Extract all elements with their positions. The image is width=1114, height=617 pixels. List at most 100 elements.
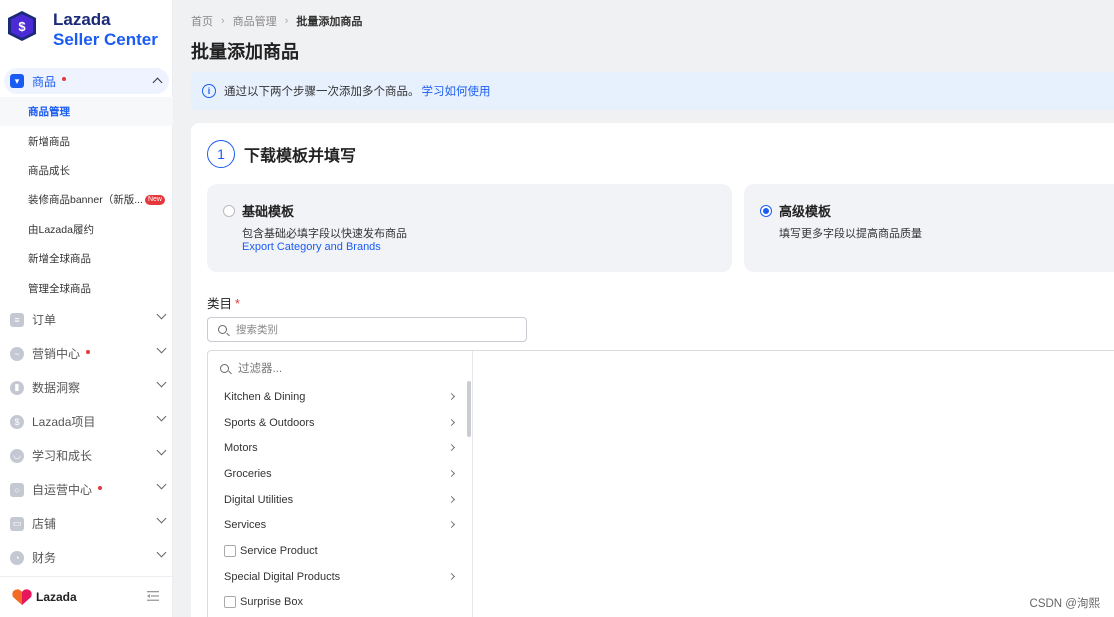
advanced-template-title: 高级模板 (779, 204, 832, 219)
lazada-seller-center-logo[interactable]: $ Lazada Seller Center (6, 10, 158, 50)
category-item-label: Special Digital Products (224, 570, 341, 583)
sidebar-subitem-fulfilled-by-lazada[interactable]: 由Lazada履约 (0, 215, 173, 244)
sidebar-item-finance[interactable]: ◔ 财务 (0, 541, 173, 575)
sidebar-item-label: 自运营中心 (32, 483, 93, 498)
basic-template-radio[interactable] (223, 205, 235, 217)
sidebar-item-self-operation[interactable]: ○ 自运营中心 (0, 473, 173, 507)
learning-icon: ◡ (10, 448, 24, 463)
advanced-template-radio[interactable] (760, 205, 772, 217)
sidebar-subitem-label: 新增全球商品 (28, 253, 91, 266)
required-mark: * (235, 297, 240, 311)
logo-text-seller-center: Seller Center (53, 30, 158, 49)
sidebar-item-label: 商品 (32, 74, 57, 89)
lazada-heart-icon (12, 589, 32, 605)
breadcrumb-product-management[interactable]: 商品管理 (233, 13, 277, 29)
sidebar-subitem-product-management[interactable]: 商品管理 (0, 97, 173, 127)
lazada-logo-icon: $ (8, 11, 36, 41)
chevron-up-icon (152, 77, 163, 88)
chevron-right-icon (447, 495, 456, 503)
new-badge: New (144, 194, 165, 205)
category-item[interactable]: Special Digital Products (208, 564, 466, 590)
sidebar-subitem-manage-global-products[interactable]: 管理全球商品 (0, 273, 173, 302)
dollar-icon: $ (10, 414, 24, 429)
category-item-checkbox[interactable]: Service Product (208, 538, 466, 564)
sidebar-subitem-label: 商品管理 (28, 106, 70, 119)
basic-template-title: 基础模板 (242, 204, 295, 219)
chevron-down-icon (156, 445, 167, 456)
info-text: 通过以下两个步骤一次添加多个商品。 (224, 86, 420, 98)
category-item[interactable]: Kitchen & Dining (208, 384, 466, 410)
sidebar-item-learning[interactable]: ◡ 学习和成长 (0, 439, 173, 473)
sidebar-subitem-add-global-product[interactable]: 新增全球商品 (0, 244, 173, 273)
chevron-down-icon (156, 479, 167, 490)
store-icon: ▭ (10, 516, 24, 531)
advanced-template-option[interactable]: 高级模板 填写更多字段以提高商品质量 (744, 184, 1114, 272)
category-item-label: Service Product (240, 544, 318, 557)
category-filter-input[interactable]: 过滤器... (220, 360, 282, 376)
chevron-right-icon (447, 572, 456, 580)
collapse-sidebar-icon[interactable] (147, 591, 159, 601)
category-scrollbar[interactable] (467, 381, 471, 437)
chevron-right-icon (447, 418, 456, 426)
category-item[interactable]: Digital Utilities (208, 487, 466, 513)
chevron-down-icon (156, 513, 167, 524)
chevron-down-icon (156, 547, 167, 558)
sidebar-subitem-add-product[interactable]: 新增商品 (0, 126, 173, 155)
pie-chart-icon: ◔ (10, 550, 24, 565)
export-category-brands-link[interactable]: Export Category and Brands (242, 241, 381, 253)
basic-template-desc: 包含基础必填字段以快速发布商品 (242, 228, 407, 240)
sidebar-subitem-product-banner[interactable]: 装修商品banner（新版... New (0, 185, 173, 214)
step-1-header: 1 下载模板并填写 (207, 140, 356, 168)
breadcrumb-separator-icon: › (221, 15, 225, 27)
info-icon: i (202, 84, 216, 98)
sidebar-subitem-label: 商品成长 (28, 164, 70, 177)
chevron-down-icon (156, 411, 167, 422)
info-banner: i 通过以下两个步骤一次添加多个商品。 学习如何使用 (191, 72, 1114, 110)
category-label: 类目 * (207, 293, 240, 312)
category-picker: 过滤器... Kitchen & Dining Sports & Outdoor… (207, 350, 1114, 617)
category-item-label: Kitchen & Dining (224, 390, 306, 403)
sidebar-footer: Lazada (0, 576, 173, 617)
svg-text:$: $ (18, 19, 26, 34)
chevron-right-icon (447, 392, 456, 401)
sidebar-item-lazada-programs[interactable]: $ Lazada项目 (0, 405, 173, 439)
self-operation-icon: ○ (10, 482, 24, 497)
breadcrumb-current: 批量添加商品 (296, 16, 363, 28)
category-item[interactable]: Motors (208, 435, 466, 461)
category-item[interactable]: Services (208, 512, 466, 538)
sidebar-item-data-insights[interactable]: ▮ 数据洞察 (0, 371, 173, 405)
learn-how-link[interactable]: 学习如何使用 (422, 83, 491, 99)
sidebar-subitem-product-growth[interactable]: 商品成长 (0, 156, 173, 185)
category-label-text: 类目 (207, 297, 233, 311)
category-item[interactable]: Sports & Outdoors (208, 410, 466, 436)
checkbox[interactable] (224, 596, 236, 609)
sidebar-item-marketing[interactable]: ~ 营销中心 (0, 337, 173, 371)
filter-placeholder: 过滤器... (238, 363, 283, 375)
chevron-right-icon (447, 521, 456, 529)
category-item[interactable]: Groceries (208, 461, 466, 487)
category-item-checkbox[interactable]: Surprise Box (208, 590, 466, 616)
sidebar-subitem-label: 由Lazada履约 (28, 223, 94, 236)
logo-text-lazada: Lazada (53, 10, 111, 29)
search-icon (218, 325, 227, 334)
breadcrumb: 首页 › 商品管理 › 批量添加商品 (191, 13, 362, 29)
sidebar-item-store[interactable]: ▭ 店铺 (0, 507, 173, 541)
notification-dot (98, 485, 103, 490)
step-title: 下载模板并填写 (244, 148, 357, 165)
category-item-label: Digital Utilities (224, 493, 294, 506)
category-search-input[interactable]: 搜索类别 (207, 317, 527, 342)
basic-template-option[interactable]: 基础模板 包含基础必填字段以快速发布商品 Export Category and… (207, 184, 732, 272)
chevron-down-icon (156, 377, 167, 388)
sidebar-item-orders[interactable]: ≡ 订单 (0, 303, 173, 337)
checkbox[interactable] (224, 544, 236, 557)
chart-icon: ▮ (10, 380, 24, 395)
orders-icon: ≡ (10, 312, 24, 327)
breadcrumb-home[interactable]: 首页 (191, 13, 213, 29)
sidebar-item-products[interactable]: ▾ 商品 (4, 68, 169, 94)
watermark: CSDN @洵熙 (1029, 598, 1100, 610)
chevron-right-icon (447, 444, 456, 452)
sidebar-item-label: 财务 (32, 551, 57, 566)
sidebar-item-label: 数据洞察 (32, 381, 81, 396)
sidebar-subitem-label: 装修商品banner（新版... (28, 194, 143, 207)
sidebar-subitem-label: 管理全球商品 (28, 282, 91, 295)
